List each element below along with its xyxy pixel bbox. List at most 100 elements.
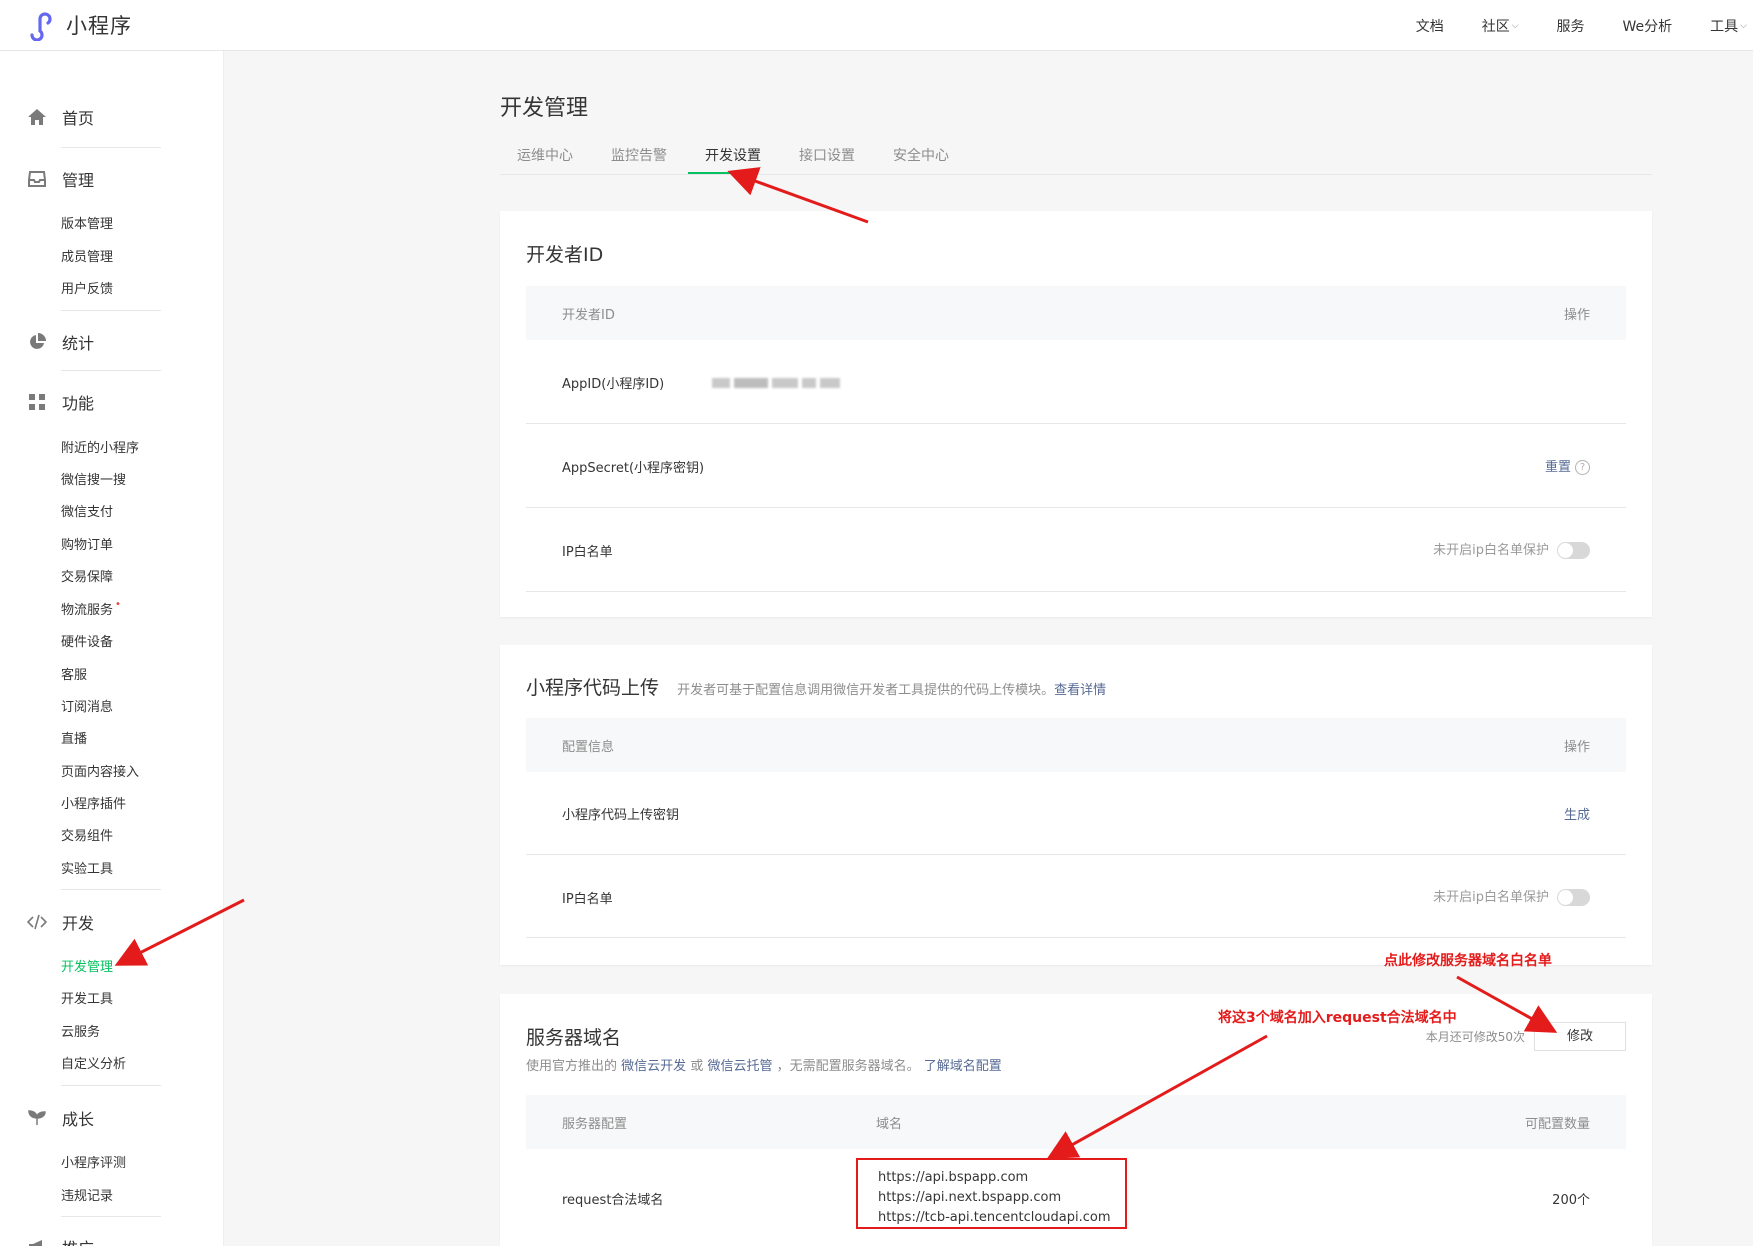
- app-name: 小程序: [66, 14, 132, 38]
- ip-whitelist-toggle[interactable]: [1557, 542, 1590, 559]
- sidebar-item-features-label: 功能: [62, 394, 95, 413]
- sidebar-item-lab[interactable]: 实验工具: [61, 858, 113, 877]
- code-upload-card: 小程序代码上传 开发者可基于配置信息调用微信开发者工具提供的代码上传模块。查看详…: [500, 645, 1652, 965]
- sidebar-item-custom-analysis[interactable]: 自定义分析: [61, 1053, 126, 1072]
- topnav-weanalysis[interactable]: We分析: [1623, 16, 1673, 36]
- topnav-tools[interactable]: 工具 ⌵: [1710, 16, 1747, 36]
- modify-button[interactable]: 修改: [1534, 1022, 1626, 1051]
- sidebar-item-dev-manage[interactable]: 开发管理: [61, 956, 113, 975]
- upload-ip-whitelist-status: 未开启ip白名单保护: [1433, 886, 1590, 906]
- sidebar-item-feedback[interactable]: 用户反馈: [61, 278, 113, 297]
- col-action: 操作: [1563, 308, 1590, 323]
- blurred-appid: [712, 377, 840, 388]
- sidebar-item-nearby[interactable]: 附近的小程序: [61, 437, 139, 456]
- col-config-info: 配置信息: [562, 740, 615, 755]
- sidebar-divider: [61, 889, 161, 890]
- tab-security[interactable]: 安全中心: [893, 145, 949, 165]
- domain-list-highlight: https://api.bspapp.com https://api.next.…: [856, 1158, 1127, 1229]
- reset-secret-link[interactable]: 重置: [1545, 460, 1571, 475]
- sidebar-item-manage[interactable]: 管理: [26, 167, 94, 191]
- topnav-community[interactable]: 社区 ⌵: [1482, 16, 1519, 36]
- sidebar-item-version[interactable]: 版本管理: [61, 213, 113, 232]
- sidebar-divider: [61, 147, 161, 148]
- sidebar-item-trade[interactable]: 交易组件: [61, 825, 113, 844]
- learn-domain-config-link[interactable]: 了解域名配置: [924, 1059, 1002, 1074]
- sprout-icon: [26, 1107, 48, 1129]
- sidebar-item-features[interactable]: 功能: [26, 390, 94, 414]
- remaining-changes: 本月还可修改50次: [1425, 1030, 1525, 1044]
- table-row: AppSecret(小程序密钥) 重置?: [526, 424, 1626, 508]
- server-domain-desc: 使用官方推出的 微信云开发 或 微信云托管 ，无需配置服务器域名。 了解域名配置: [526, 1055, 1002, 1074]
- sidebar-item-subscribe[interactable]: 订阅消息: [61, 696, 113, 715]
- tab-ops[interactable]: 运维中心: [517, 145, 573, 165]
- tab-dev-settings[interactable]: 开发设置: [705, 145, 761, 165]
- sidebar-item-promo-label: 推广: [62, 1235, 94, 1246]
- tab-api-settings[interactable]: 接口设置: [799, 145, 855, 165]
- topnav-tools-label: 工具: [1710, 18, 1739, 35]
- ip-whitelist-label: IP白名单: [562, 545, 613, 560]
- logo[interactable]: 小程序: [26, 9, 132, 41]
- sidebar: 首页 管理 版本管理 成员管理 用户反馈 统计 功能 附近的小程序 微信搜一搜 …: [0, 51, 224, 1246]
- appid-label: AppID(小程序ID): [562, 377, 665, 392]
- sidebar-divider: [61, 1216, 161, 1217]
- table-row: 小程序代码上传密钥 生成: [526, 772, 1626, 855]
- topnav-docs[interactable]: 文档: [1416, 16, 1444, 36]
- chevron-down-icon: ⌵: [1511, 20, 1519, 31]
- top-bar: 小程序 文档 社区 ⌵ 服务 We分析 工具 ⌵: [0, 0, 1753, 51]
- sidebar-item-logistics[interactable]: 物流服务 •: [61, 599, 121, 618]
- col-count: 可配置数量: [1524, 1117, 1590, 1132]
- server-domain-title: 服务器域名: [526, 1027, 622, 1049]
- sidebar-item-stats[interactable]: 统计: [26, 330, 94, 354]
- sidebar-item-live[interactable]: 直播: [61, 728, 87, 747]
- request-domain-count: 200个: [1552, 1193, 1590, 1208]
- view-details-link[interactable]: 查看详情: [1054, 683, 1106, 698]
- sidebar-item-promo[interactable]: 推广: [26, 1235, 94, 1246]
- sidebar-item-manage-label: 管理: [62, 171, 95, 190]
- sidebar-item-pay[interactable]: 微信支付: [61, 501, 113, 520]
- cloud-hosting-link[interactable]: 微信云托管: [707, 1059, 772, 1074]
- generate-key-link[interactable]: 生成: [1564, 804, 1590, 823]
- upload-ip-whitelist-toggle[interactable]: [1557, 889, 1590, 906]
- col-server-config: 服务器配置: [562, 1117, 628, 1132]
- sidebar-item-dev[interactable]: 开发: [26, 910, 94, 934]
- sidebar-item-content[interactable]: 页面内容接入: [61, 761, 139, 780]
- desc-prefix: 使用官方推出的: [526, 1059, 618, 1074]
- topnav-docs-label: 文档: [1415, 18, 1444, 35]
- ip-whitelist-status-text: 未开启ip白名单保护: [1433, 543, 1549, 558]
- sidebar-item-growth[interactable]: 成长: [26, 1106, 94, 1130]
- help-icon[interactable]: ?: [1575, 460, 1590, 475]
- sidebar-item-plugin[interactable]: 小程序插件: [61, 793, 126, 812]
- upload-key-label: 小程序代码上传密钥: [562, 808, 680, 823]
- home-icon: [26, 106, 48, 128]
- sidebar-item-cloud[interactable]: 云服务: [61, 1021, 100, 1040]
- sidebar-item-hardware[interactable]: 硬件设备: [61, 631, 113, 650]
- code-upload-table-header: 配置信息 操作: [526, 718, 1626, 772]
- sidebar-item-dev-tools[interactable]: 开发工具: [61, 988, 113, 1007]
- top-nav: 文档 社区 ⌵ 服务 We分析 工具 ⌵: [1397, 0, 1753, 51]
- sidebar-item-guarantee[interactable]: 交易保障: [61, 566, 113, 585]
- topnav-service[interactable]: 服务: [1557, 16, 1585, 36]
- page-title: 开发管理: [500, 96, 589, 121]
- sidebar-item-review[interactable]: 小程序评测: [61, 1152, 126, 1171]
- tab-monitor[interactable]: 监控告警: [611, 145, 667, 165]
- sidebar-item-orders[interactable]: 购物订单: [61, 534, 113, 553]
- code-upload-title-text: 小程序代码上传: [526, 677, 660, 699]
- sidebar-divider: [61, 370, 161, 371]
- table-row: IP白名单 未开启ip白名单保护: [526, 508, 1626, 592]
- sidebar-item-members[interactable]: 成员管理: [61, 246, 113, 265]
- col-action: 操作: [1563, 740, 1590, 755]
- sidebar-item-logistics-label: 物流服务: [61, 603, 114, 618]
- upload-ip-whitelist-status-text: 未开启ip白名单保护: [1433, 890, 1549, 905]
- table-row: IP白名单 未开启ip白名单保护: [526, 855, 1626, 938]
- sidebar-item-search[interactable]: 微信搜一搜: [61, 469, 126, 488]
- code-icon: [26, 911, 48, 933]
- sidebar-item-cs[interactable]: 客服: [61, 664, 87, 683]
- appsecret-action: 重置?: [1545, 456, 1590, 475]
- cloud-dev-link[interactable]: 微信云开发: [621, 1059, 686, 1074]
- sidebar-item-violations[interactable]: 违规记录: [61, 1185, 113, 1204]
- sidebar-item-home[interactable]: 首页: [26, 105, 94, 129]
- grid-icon: [26, 391, 48, 413]
- appid-value-blurred: [712, 375, 840, 390]
- developer-id-table-header: 开发者ID 操作: [526, 286, 1626, 340]
- miniprogram-logo-icon: [30, 12, 52, 41]
